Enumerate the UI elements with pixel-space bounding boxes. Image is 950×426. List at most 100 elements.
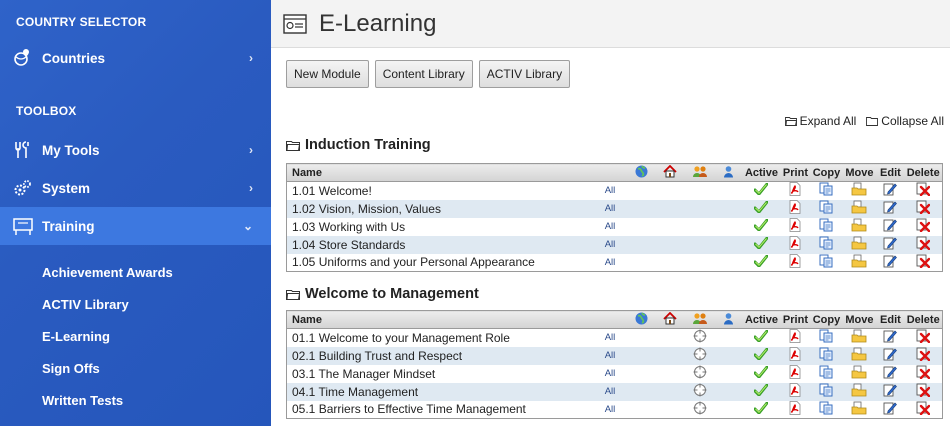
edit-icon[interactable] [883, 383, 898, 400]
move-icon[interactable] [851, 401, 867, 418]
sidebar-subitem-activ-library[interactable]: ACTIV Library [0, 289, 271, 321]
copy-icon[interactable] [819, 365, 833, 382]
collapse-all-link[interactable]: Collapse All [866, 114, 944, 128]
sidebar-item-label: My Tools [42, 142, 100, 158]
target-icon[interactable] [693, 347, 707, 364]
col-edit: Edit [876, 163, 905, 182]
edit-icon[interactable] [883, 347, 898, 364]
edit-icon[interactable] [883, 200, 898, 217]
module-name[interactable]: 1.01 Welcome! [286, 181, 599, 200]
print-pdf-icon[interactable] [789, 365, 801, 382]
active-check-icon[interactable] [753, 329, 769, 345]
target-icon[interactable] [693, 383, 707, 400]
active-check-icon[interactable] [753, 236, 769, 252]
print-pdf-icon[interactable] [789, 253, 801, 271]
target-icon[interactable] [693, 329, 707, 346]
print-pdf-icon[interactable] [789, 329, 801, 346]
sidebar-subitem-written-tests[interactable]: Written Tests [0, 385, 271, 417]
move-icon[interactable] [851, 182, 867, 199]
active-check-icon[interactable] [753, 365, 769, 381]
group-header-welcome-to-management[interactable]: Welcome to Management [286, 286, 479, 302]
print-pdf-icon[interactable] [789, 182, 801, 199]
copy-icon[interactable] [819, 218, 833, 235]
copy-icon[interactable] [819, 383, 833, 400]
module-name[interactable]: 1.04 Store Standards [286, 235, 599, 254]
module-name[interactable]: 03.1 The Manager Mindset [286, 364, 599, 383]
move-icon[interactable] [851, 347, 867, 364]
sidebar-subitem-e-learning[interactable]: E-Learning [0, 321, 271, 353]
module-name[interactable]: 02.1 Building Trust and Respect [286, 346, 599, 365]
delete-icon[interactable] [916, 236, 931, 253]
new-module-button[interactable]: New Module [286, 60, 369, 88]
print-pdf-icon[interactable] [789, 200, 801, 217]
copy-icon[interactable] [819, 401, 833, 418]
delete-icon[interactable] [916, 329, 931, 346]
edit-icon[interactable] [883, 218, 898, 235]
col-globe [628, 163, 655, 182]
delete-icon[interactable] [916, 347, 931, 364]
copy-icon[interactable] [819, 254, 833, 271]
move-icon[interactable] [851, 365, 867, 382]
sidebar-item-training[interactable]: Training ⌄ [0, 207, 271, 245]
delete-icon[interactable] [916, 182, 931, 199]
print-pdf-icon[interactable] [789, 218, 801, 235]
audience-value: All [598, 400, 629, 419]
copy-icon[interactable] [819, 329, 833, 346]
copy-icon[interactable] [819, 182, 833, 199]
expand-all-link[interactable]: Expand All [784, 114, 856, 128]
copy-icon[interactable] [819, 347, 833, 364]
active-check-icon[interactable] [753, 401, 769, 417]
target-icon[interactable] [693, 401, 707, 418]
target-icon[interactable] [693, 365, 707, 382]
edit-icon[interactable] [883, 401, 898, 418]
edit-icon[interactable] [883, 329, 898, 346]
move-icon[interactable] [851, 236, 867, 253]
module-name[interactable]: 01.1 Welcome to your Management Role [286, 328, 599, 347]
active-check-icon[interactable] [753, 347, 769, 363]
active-check-icon[interactable] [753, 218, 769, 234]
edit-icon[interactable] [883, 236, 898, 253]
print-pdf-icon[interactable] [789, 236, 801, 253]
sidebar-subitem-sign-offs[interactable]: Sign Offs [0, 353, 271, 385]
delete-icon[interactable] [916, 383, 931, 400]
module-name[interactable]: 04.1 Time Management [286, 382, 599, 401]
edit-icon[interactable] [883, 182, 898, 199]
print-pdf-icon[interactable] [789, 400, 801, 418]
sidebar-subitem-achievement-awards[interactable]: Achievement Awards [0, 257, 271, 289]
group-header-induction-training[interactable]: Induction Training [286, 137, 431, 153]
print-pdf-icon[interactable] [789, 347, 801, 364]
edit-icon[interactable] [883, 365, 898, 382]
module-name[interactable]: 1.05 Uniforms and your Personal Appearan… [286, 253, 599, 272]
user-group-icon [692, 165, 708, 181]
active-check-icon[interactable] [753, 182, 769, 198]
active-check-icon[interactable] [753, 200, 769, 216]
sidebar-item-system[interactable]: System › [0, 169, 271, 207]
audience-value: All [598, 217, 629, 236]
col-active: Active [742, 310, 781, 329]
active-check-icon[interactable] [753, 383, 769, 399]
active-check-icon[interactable] [753, 254, 769, 270]
copy-icon[interactable] [819, 200, 833, 217]
delete-icon[interactable] [916, 200, 931, 217]
content-library-button[interactable]: Content Library [374, 60, 473, 88]
move-icon[interactable] [851, 329, 867, 346]
module-name[interactable]: 1.03 Working with Us [286, 217, 599, 236]
delete-icon[interactable] [916, 254, 931, 271]
delete-icon[interactable] [916, 365, 931, 382]
sidebar-item-countries[interactable]: Countries › [0, 39, 271, 77]
delete-icon[interactable] [916, 218, 931, 235]
move-icon[interactable] [851, 218, 867, 235]
move-icon[interactable] [851, 254, 867, 271]
activ-library-button[interactable]: ACTIV Library [478, 60, 571, 88]
print-pdf-icon[interactable] [789, 383, 801, 400]
table-row: 04.1 Time Management All [286, 382, 943, 401]
module-name[interactable]: 05.1 Barriers to Effective Time Manageme… [286, 400, 599, 419]
edit-icon[interactable] [883, 254, 898, 271]
move-icon[interactable] [851, 200, 867, 217]
module-name[interactable]: 1.02 Vision, Mission, Values [286, 199, 599, 218]
delete-icon[interactable] [916, 401, 931, 418]
sidebar-item-my-tools[interactable]: My Tools › [0, 131, 271, 169]
copy-icon[interactable] [819, 236, 833, 253]
move-icon[interactable] [851, 383, 867, 400]
user-cell [714, 400, 743, 419]
